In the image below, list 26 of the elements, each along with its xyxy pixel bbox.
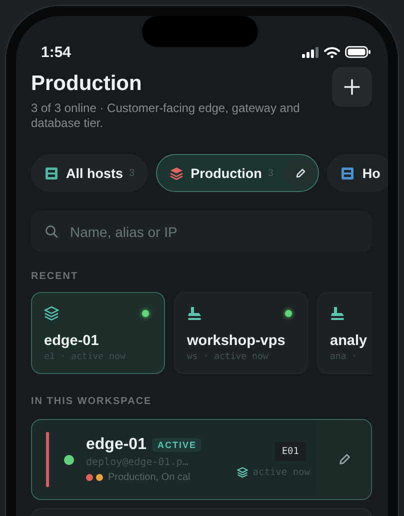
ship-icon <box>187 306 202 320</box>
filter-tab[interactable]: Ho <box>327 154 388 192</box>
section-label: IN THIS WORKSPACE <box>31 395 153 409</box>
host-name: edge-01 <box>86 436 146 454</box>
host-name: edge-01 <box>44 333 100 349</box>
page-subtitle: 3 of 3 online · Customer-facing edge, gateway and database tier. <box>31 101 301 131</box>
layers-icon <box>236 466 248 478</box>
status-time: 1:54 <box>41 44 72 60</box>
page-title: Production <box>31 71 143 97</box>
pencil-icon <box>338 453 350 466</box>
pencil-icon <box>294 168 306 178</box>
wifi-icon <box>324 46 340 58</box>
section-label: RECENT <box>31 270 80 284</box>
host-tags: Production, On cal <box>108 472 190 483</box>
host-name: analy <box>330 333 368 349</box>
signal-icon <box>302 46 319 58</box>
battery-icon <box>345 46 371 58</box>
search-field[interactable]: Name, alias or IP <box>31 211 372 252</box>
plus-icon <box>344 79 360 95</box>
host-code: E01 <box>274 442 306 460</box>
edit-tab-button[interactable] <box>285 158 316 188</box>
host-name: workshop-vps <box>187 333 286 349</box>
layers-icon <box>44 306 59 320</box>
ship-icon <box>330 306 345 320</box>
status-badge: ACTIVE <box>152 438 202 452</box>
add-button[interactable] <box>332 67 372 107</box>
